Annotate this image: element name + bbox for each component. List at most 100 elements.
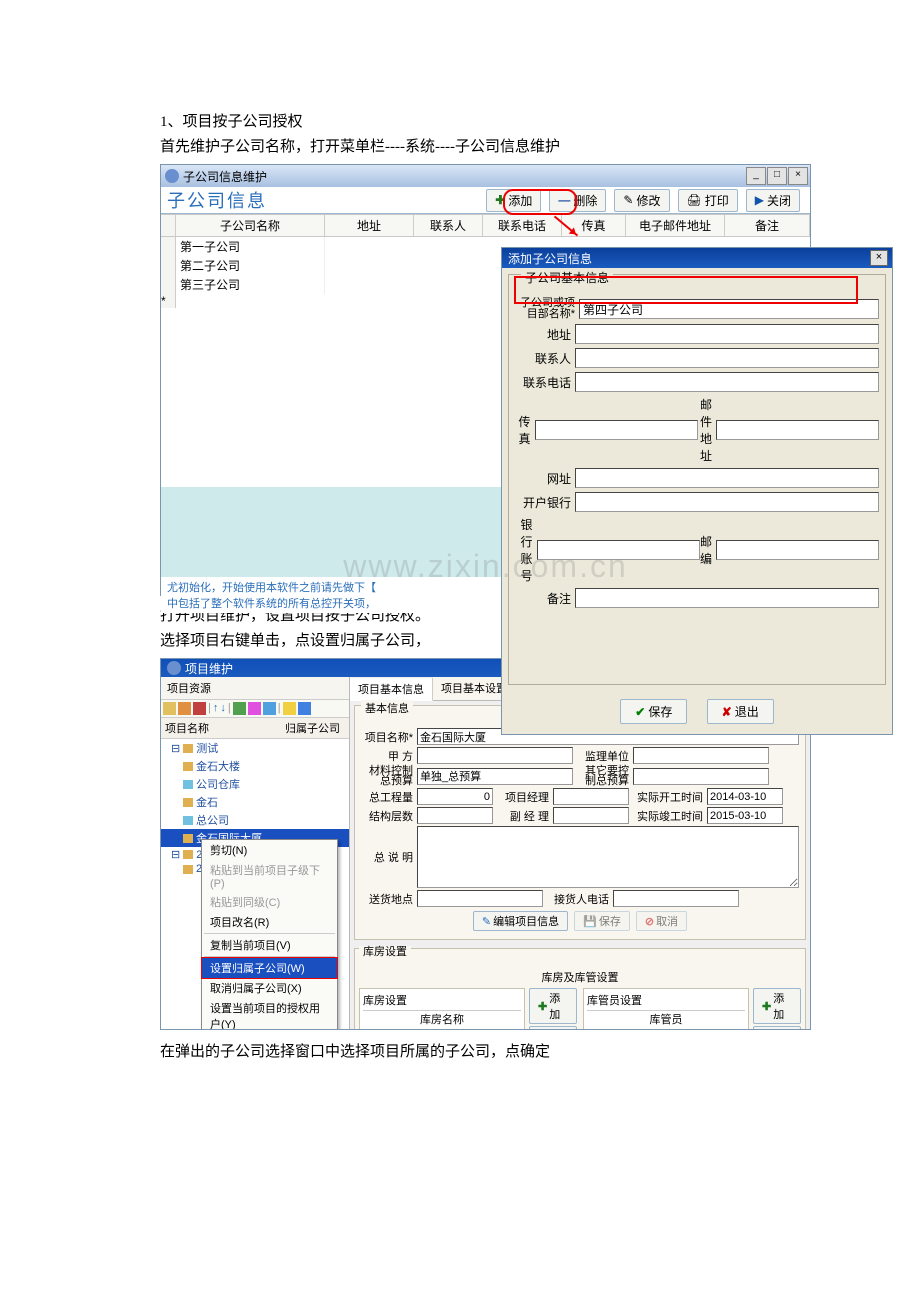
refresh-icon[interactable] bbox=[298, 702, 311, 715]
add-button[interactable]: ✚添加 bbox=[486, 189, 541, 212]
input-remark[interactable] bbox=[575, 588, 879, 608]
ctx-rename[interactable]: 项目改名(R) bbox=[202, 912, 337, 932]
label-zip: 邮编 bbox=[700, 533, 713, 567]
cancel-icon: ⊘ bbox=[645, 915, 654, 928]
subsidiary-info-window: 子公司信息维护 _ □ × 子公司信息 ✚添加 —删除 ✎修改 🖨打印 ▶关闭 … bbox=[160, 164, 811, 596]
warehouse-left-title: 库房设置 bbox=[363, 992, 521, 1011]
no-data-label: <无数据显示> bbox=[587, 1029, 745, 1030]
left-toolbar: | ↑ ↓ | | bbox=[161, 700, 349, 718]
no-data-label: <无数据显示> bbox=[363, 1029, 521, 1030]
keeper-del-button[interactable]: —删除 bbox=[753, 1026, 801, 1030]
delete-button[interactable]: —删除 bbox=[549, 189, 606, 212]
input-bank[interactable] bbox=[575, 492, 879, 512]
input-url[interactable] bbox=[575, 468, 879, 488]
edit-project-button[interactable]: ✎编辑项目信息 bbox=[473, 911, 568, 931]
window-title: 项目维护 bbox=[185, 660, 233, 677]
window-heading: 子公司信息 bbox=[167, 187, 267, 213]
minimize-button[interactable]: _ bbox=[746, 167, 766, 185]
save-icon: 💾 bbox=[583, 915, 597, 928]
label-url: 网址 bbox=[515, 470, 571, 487]
col-warehouse-name: 库房名称 bbox=[363, 1011, 521, 1029]
maximize-button[interactable]: □ bbox=[767, 167, 787, 185]
input-phone[interactable] bbox=[575, 372, 879, 392]
input-pm[interactable] bbox=[553, 788, 629, 805]
misc-icon[interactable] bbox=[263, 702, 276, 715]
wh-add-button[interactable]: ✚添加 bbox=[529, 988, 577, 1024]
label-contact: 联系人 bbox=[515, 350, 571, 367]
input-start-date[interactable] bbox=[707, 788, 783, 805]
input-recv-phone[interactable] bbox=[613, 890, 739, 907]
dialog-close-button[interactable]: × bbox=[870, 250, 888, 266]
exit-button[interactable]: ✘退出 bbox=[707, 699, 774, 724]
input-company-name[interactable] bbox=[579, 299, 879, 319]
up-arrow-icon[interactable]: ↑ bbox=[213, 702, 219, 715]
exit-icon: ▶ bbox=[755, 193, 764, 207]
ctx-cut[interactable]: 剪切(N) bbox=[202, 840, 337, 860]
new-folder-icon[interactable] bbox=[163, 702, 176, 715]
warehouse-right-title: 库管员设置 bbox=[587, 992, 745, 1011]
input-total-qty[interactable] bbox=[417, 788, 493, 805]
keeper-add-button[interactable]: ✚添加 bbox=[753, 988, 801, 1024]
input-acct[interactable] bbox=[537, 540, 700, 560]
basic-info-legend: 基本信息 bbox=[361, 700, 413, 716]
col-email[interactable]: 电子邮件地址 bbox=[626, 215, 725, 236]
input-jiafang[interactable] bbox=[417, 747, 573, 764]
label-email: 邮件地址 bbox=[698, 396, 712, 464]
input-email[interactable] bbox=[716, 420, 879, 440]
input-other-budget[interactable] bbox=[633, 768, 769, 785]
input-addr[interactable] bbox=[575, 324, 879, 344]
ctx-paste-sibling: 粘贴到同级(C) bbox=[202, 892, 337, 912]
cancel-project-button: ⊘取消 bbox=[636, 911, 687, 931]
ctx-paste-child: 粘贴到当前项目子级下(P) bbox=[202, 860, 337, 892]
close-toolbar-button[interactable]: ▶关闭 bbox=[746, 189, 800, 212]
add-subsidiary-dialog: 添加子公司信息 × 子公司基本信息 子公司或项目部名称* 地址 联系人 联系电话… bbox=[501, 247, 893, 735]
col-project-name[interactable]: 项目名称 bbox=[161, 718, 281, 738]
col-contact[interactable]: 联系人 bbox=[414, 215, 483, 236]
find-icon[interactable] bbox=[283, 702, 296, 715]
save-button[interactable]: ✔保存 bbox=[620, 699, 687, 724]
input-floors[interactable] bbox=[417, 807, 493, 824]
label-addr: 地址 bbox=[515, 326, 571, 343]
print-button[interactable]: 🖨打印 bbox=[678, 189, 738, 212]
ctx-set-owner[interactable]: 设置归属子公司(W) bbox=[202, 958, 337, 978]
close-button[interactable]: × bbox=[788, 167, 808, 185]
col-remark[interactable]: 备注 bbox=[725, 215, 810, 236]
window-title: 子公司信息维护 bbox=[183, 168, 267, 185]
app-icon bbox=[165, 169, 179, 183]
tab-basic-info[interactable]: 项目基本信息 bbox=[350, 678, 433, 701]
edit-icon: ✎ bbox=[623, 193, 633, 207]
input-contact[interactable] bbox=[575, 348, 879, 368]
warehouse-legend: 库房设置 bbox=[359, 946, 411, 958]
col-addr[interactable]: 地址 bbox=[325, 215, 414, 236]
input-jianli[interactable] bbox=[633, 747, 769, 764]
label-name: 子公司或项目部名称* bbox=[515, 298, 575, 320]
label-bank: 开户银行 bbox=[515, 494, 571, 511]
label-fax: 传真 bbox=[515, 413, 531, 447]
para-1: 1、项目按子公司授权 bbox=[160, 110, 800, 131]
col-phone[interactable]: 联系电话 bbox=[483, 215, 562, 236]
input-vpm[interactable] bbox=[553, 807, 629, 824]
input-end-date[interactable] bbox=[707, 807, 783, 824]
open-icon[interactable] bbox=[178, 702, 191, 715]
misc-icon[interactable] bbox=[233, 702, 246, 715]
input-description[interactable] bbox=[417, 826, 799, 888]
ctx-clear-owner[interactable]: 取消归属子公司(X) bbox=[202, 978, 337, 998]
ctx-set-users[interactable]: 设置当前项目的授权用户(Y) bbox=[202, 998, 337, 1029]
ctx-copy[interactable]: 复制当前项目(V) bbox=[202, 935, 337, 955]
col-company-name[interactable]: 子公司名称 bbox=[176, 215, 325, 236]
delete-icon[interactable] bbox=[193, 702, 206, 715]
input-material-budget[interactable] bbox=[417, 768, 573, 785]
project-tree[interactable]: ⊟测试 金石大楼 公司仓库 金石 总公司 金石国际大厦 ⊟2013 2014 剪… bbox=[161, 739, 349, 1029]
col-owner-company[interactable]: 归属子公司 bbox=[281, 718, 349, 738]
misc-icon[interactable] bbox=[248, 702, 261, 715]
col-keeper: 库管员 bbox=[587, 1011, 745, 1029]
wh-del-button[interactable]: —删除 bbox=[529, 1026, 577, 1030]
input-ship-location[interactable] bbox=[417, 890, 543, 907]
input-zip[interactable] bbox=[716, 540, 879, 560]
para-2: 首先维护子公司名称，打开菜单栏----系统----子公司信息维护 bbox=[160, 135, 800, 156]
input-fax[interactable] bbox=[535, 420, 698, 440]
down-arrow-icon[interactable]: ↓ bbox=[220, 702, 226, 715]
label-acct: 银行账号 bbox=[515, 516, 533, 584]
left-tab-project-resources[interactable]: 项目资源 bbox=[161, 677, 349, 700]
edit-button[interactable]: ✎修改 bbox=[614, 189, 669, 212]
